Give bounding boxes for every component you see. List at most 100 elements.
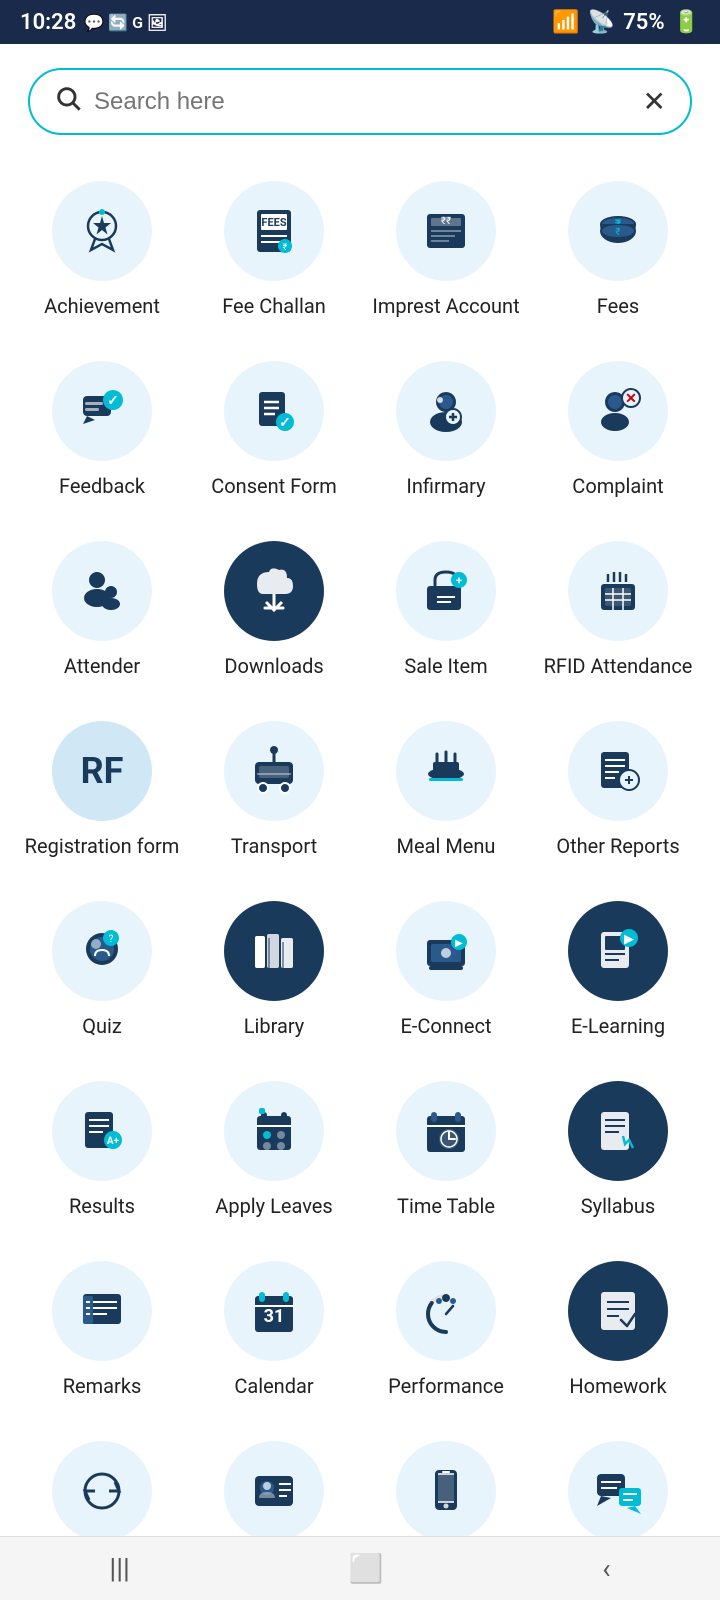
complaint-icon-circle: ✕ bbox=[568, 361, 668, 461]
library-label: Library bbox=[244, 1013, 305, 1039]
search-container: ✕ bbox=[0, 44, 720, 145]
grid-item-feedback[interactable]: ✓ Feedback bbox=[16, 345, 188, 515]
performance-label: Performance bbox=[388, 1373, 504, 1399]
homework-icon-circle bbox=[568, 1261, 668, 1361]
fee-challan-icon-circle: FEES ₹ bbox=[224, 181, 324, 281]
grid-item-infirmary[interactable]: Infirmary bbox=[360, 345, 532, 515]
svg-text:✓: ✓ bbox=[107, 393, 119, 409]
status-indicators: 📶 📡 75% 🔋 bbox=[552, 10, 700, 35]
clear-search-icon[interactable]: ✕ bbox=[643, 85, 666, 118]
achievement-label: Achievement bbox=[44, 293, 160, 319]
registration-form-icon-circle: RF bbox=[52, 721, 152, 821]
grid-item-homework[interactable]: Homework bbox=[532, 1245, 704, 1415]
calendar-label: Calendar bbox=[234, 1373, 313, 1399]
grid-item-imprest-account[interactable]: ₹₹ Imprest Account bbox=[360, 165, 532, 335]
wifi-icon: 📶 bbox=[552, 10, 579, 35]
imprest-account-label: Imprest Account bbox=[372, 293, 519, 319]
svg-text:✕: ✕ bbox=[625, 391, 637, 407]
grid-item-apply-leaves[interactable]: Apply Leaves bbox=[188, 1065, 360, 1235]
grid-item-transport[interactable]: Transport bbox=[188, 705, 360, 875]
status-time: 10:28 💬 🔄 G 🖼 bbox=[20, 10, 167, 35]
library-icon-circle bbox=[224, 901, 324, 1001]
quiz-label: Quiz bbox=[82, 1013, 122, 1039]
grid-item-complaint[interactable]: ✕ Complaint bbox=[532, 345, 704, 515]
svg-text:+: + bbox=[456, 574, 462, 587]
grid-item-rfid-attendance[interactable]: RFID Attendance bbox=[532, 525, 704, 695]
remarks-icon-circle bbox=[52, 1261, 152, 1361]
complaint-label: Complaint bbox=[572, 473, 663, 499]
notification-icons: 💬 🔄 G 🖼 bbox=[84, 13, 167, 32]
other-reports-icon-circle bbox=[568, 721, 668, 821]
e-connect-label: E-Connect bbox=[400, 1013, 491, 1039]
grid-item-downloads[interactable]: Downloads bbox=[188, 525, 360, 695]
achievement-icon-circle bbox=[52, 181, 152, 281]
attender-label: Attender bbox=[64, 653, 140, 679]
grid-item-time-table[interactable]: Time Table bbox=[360, 1065, 532, 1235]
results-label: Results bbox=[69, 1193, 135, 1219]
search-input[interactable] bbox=[94, 88, 643, 116]
grid-item-syllabus[interactable]: Syllabus bbox=[532, 1065, 704, 1235]
feedback-label: Feedback bbox=[59, 473, 145, 499]
fee-challan-label: Fee Challan bbox=[222, 293, 326, 319]
grid-item-results[interactable]: A+ Results bbox=[16, 1065, 188, 1235]
svg-text:✓: ✓ bbox=[279, 415, 291, 431]
infirmary-label: Infirmary bbox=[406, 473, 485, 499]
grid-item-registration-form[interactable]: RF Registration form bbox=[16, 705, 188, 875]
quiz-icon-circle: ? bbox=[52, 901, 152, 1001]
feedback-icon-circle: ✓ bbox=[52, 361, 152, 461]
downloads-label: Downloads bbox=[224, 653, 323, 679]
grid-item-fees[interactable]: ₹ ₹ Fees bbox=[532, 165, 704, 335]
nav-home-button[interactable]: ⬜ bbox=[325, 1544, 408, 1593]
infirmary-icon-circle bbox=[396, 361, 496, 461]
remarks-label: Remarks bbox=[63, 1373, 142, 1399]
grid-item-e-learning[interactable]: ▶ E-Learning bbox=[532, 885, 704, 1055]
calendar-icon-circle: 31 bbox=[224, 1261, 324, 1361]
svg-text:?: ? bbox=[109, 934, 114, 945]
apply-leaves-icon-circle bbox=[224, 1081, 324, 1181]
grid-item-fee-challan[interactable]: FEES ₹ Fee Challan bbox=[188, 165, 360, 335]
grid-item-other-reports[interactable]: Other Reports bbox=[532, 705, 704, 875]
grid-item-sale-item[interactable]: + Sale Item bbox=[360, 525, 532, 695]
mobile-icon-circle bbox=[396, 1441, 496, 1541]
grid-item-library[interactable]: Library bbox=[188, 885, 360, 1055]
battery-display: 75% bbox=[623, 10, 664, 35]
svg-text:₹: ₹ bbox=[283, 243, 288, 253]
time-display: 10:28 bbox=[20, 10, 76, 35]
grid-item-consent-form[interactable]: ✓ Consent Form bbox=[188, 345, 360, 515]
registration-form-label: Registration form bbox=[25, 833, 180, 859]
e-learning-label: E-Learning bbox=[571, 1013, 665, 1039]
rfid-attendance-label: RFID Attendance bbox=[544, 653, 693, 679]
sale-item-icon-circle: + bbox=[396, 541, 496, 641]
grid-item-quiz[interactable]: ? Quiz bbox=[16, 885, 188, 1055]
meal-menu-icon-circle bbox=[396, 721, 496, 821]
nav-back-button[interactable]: ||| bbox=[85, 1544, 154, 1593]
fees-icon-circle: ₹ ₹ bbox=[568, 181, 668, 281]
svg-text:FEES: FEES bbox=[261, 216, 286, 229]
syllabus-label: Syllabus bbox=[581, 1193, 656, 1219]
status-bar: 10:28 💬 🔄 G 🖼 📶 📡 75% 🔋 bbox=[0, 0, 720, 44]
e-connect-icon-circle: ▶ bbox=[396, 901, 496, 1001]
student-id-icon-circle bbox=[224, 1441, 324, 1541]
app-grid: Achievement FEES ₹ Fee Challan ₹₹ bbox=[0, 145, 720, 1589]
homework-label: Homework bbox=[569, 1373, 666, 1399]
chat-icon-circle bbox=[568, 1441, 668, 1541]
svg-text:₹₹: ₹₹ bbox=[441, 216, 451, 227]
svg-text:31: 31 bbox=[264, 1306, 285, 1327]
e-learning-icon-circle: ▶ bbox=[568, 901, 668, 1001]
grid-item-achievement[interactable]: Achievement bbox=[16, 165, 188, 335]
consent-form-icon-circle: ✓ bbox=[224, 361, 324, 461]
grid-item-attender[interactable]: Attender bbox=[16, 525, 188, 695]
time-table-label: Time Table bbox=[397, 1193, 495, 1219]
nav-recents-button[interactable]: ‹ bbox=[578, 1544, 634, 1593]
grid-item-meal-menu[interactable]: Meal Menu bbox=[360, 705, 532, 875]
time-table-icon-circle bbox=[396, 1081, 496, 1181]
grid-item-performance[interactable]: Performance bbox=[360, 1245, 532, 1415]
grid-item-e-connect[interactable]: ▶ E-Connect bbox=[360, 885, 532, 1055]
grid-item-remarks[interactable]: Remarks bbox=[16, 1245, 188, 1415]
rfid-attendance-icon-circle bbox=[568, 541, 668, 641]
imprest-account-icon-circle: ₹₹ bbox=[396, 181, 496, 281]
rf-icon-text: RF bbox=[81, 750, 124, 792]
search-bar[interactable]: ✕ bbox=[28, 68, 692, 135]
grid-item-calendar[interactable]: 31 Calendar bbox=[188, 1245, 360, 1415]
transport-icon-circle bbox=[224, 721, 324, 821]
